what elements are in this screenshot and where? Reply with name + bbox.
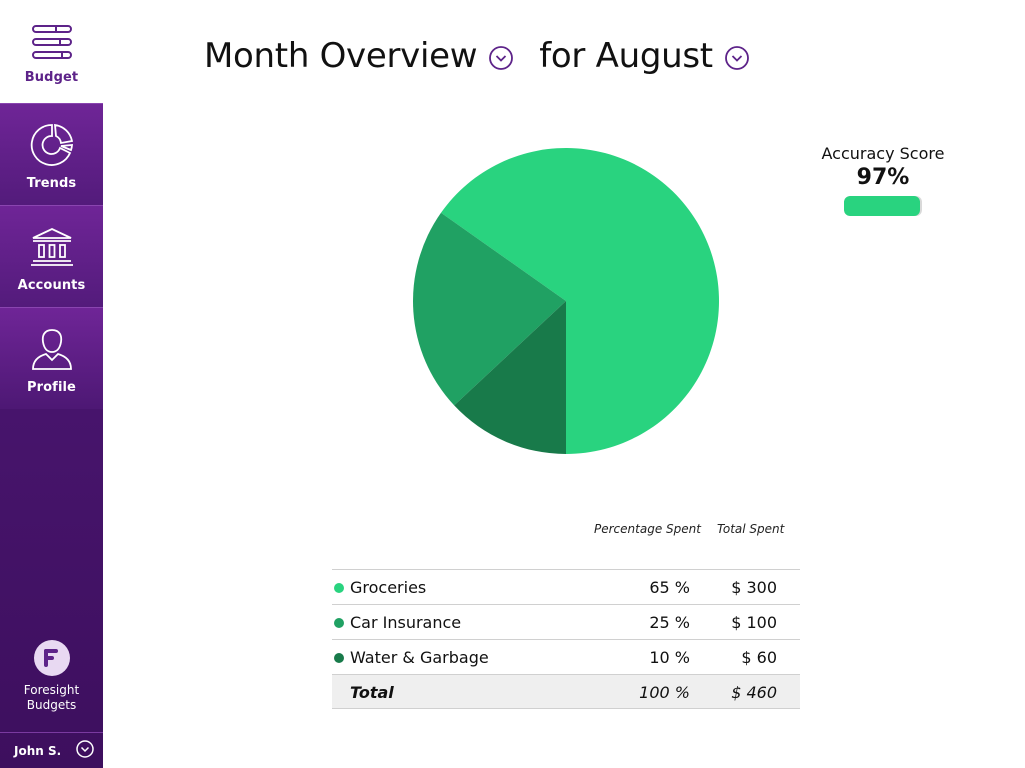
user-icon xyxy=(28,324,76,374)
sidebar-item-budget[interactable]: Budget xyxy=(0,0,103,103)
sliders-icon xyxy=(28,20,76,64)
user-name: John S. xyxy=(14,743,62,758)
view-selector-label: Month Overview xyxy=(204,36,478,76)
category-amount: $ 300 xyxy=(731,578,777,597)
category-percentage: 10 % xyxy=(649,648,690,667)
table-total-row: Total 100 % $ 460 xyxy=(332,674,800,709)
category-name: Car Insurance xyxy=(350,613,462,632)
accuracy-score: Accuracy Score 97% xyxy=(820,144,946,216)
sidebar-item-label: Profile xyxy=(27,380,76,395)
table-row[interactable]: Car Insurance 25 % $ 100 xyxy=(332,604,800,639)
foresight-logo-icon xyxy=(33,640,70,676)
category-name: Water & Garbage xyxy=(350,648,489,667)
period-selector-label: for August xyxy=(539,36,713,76)
donut-chart-icon xyxy=(28,120,76,170)
table-row[interactable]: Water & Garbage 10 % $ 60 xyxy=(332,639,800,674)
sidebar-item-label: Accounts xyxy=(17,278,86,293)
sidebar-item-profile[interactable]: Profile xyxy=(0,307,103,409)
sidebar: Budget Trends Accounts Profile Foresight… xyxy=(0,0,103,768)
category-amount: $ 60 xyxy=(741,648,777,667)
brand: Foresight Budgets xyxy=(0,640,103,713)
bank-icon xyxy=(28,222,76,272)
category-color-dot xyxy=(334,583,344,593)
category-percentage: 65 % xyxy=(649,578,690,597)
accuracy-bar-fill xyxy=(844,196,920,216)
sidebar-item-label: Budget xyxy=(24,70,79,85)
category-name: Groceries xyxy=(350,578,427,597)
category-percentage: 25 % xyxy=(649,613,690,632)
total-amount: $ 460 xyxy=(731,683,777,702)
sidebar-item-label: Trends xyxy=(26,176,77,191)
chevron-down-icon[interactable] xyxy=(489,46,514,70)
table-row[interactable]: Groceries 65 % $ 300 xyxy=(332,569,800,604)
category-color-dot xyxy=(334,618,344,628)
column-header-total: Total Spent xyxy=(717,522,785,536)
accuracy-label: Accuracy Score xyxy=(821,144,945,163)
category-amount: $ 100 xyxy=(731,613,777,632)
sidebar-item-trends[interactable]: Trends xyxy=(0,103,103,205)
brand-name: Foresight Budgets xyxy=(23,683,80,712)
table-header: Percentage Spent Total Spent xyxy=(332,522,800,540)
accuracy-bar xyxy=(844,196,922,216)
user-menu[interactable]: John S. xyxy=(0,732,103,768)
total-percentage: 100 % xyxy=(639,683,690,702)
chevron-down-icon[interactable] xyxy=(724,46,749,70)
chevron-down-icon[interactable] xyxy=(76,739,94,762)
category-color-dot xyxy=(334,653,344,663)
accuracy-value: 97% xyxy=(856,165,910,190)
spending-table: Groceries 65 % $ 300 Car Insurance 25 % … xyxy=(332,569,800,709)
sidebar-item-accounts[interactable]: Accounts xyxy=(0,205,103,307)
spending-pie-chart xyxy=(410,145,722,457)
total-label: Total xyxy=(350,683,394,702)
column-header-percentage: Percentage Spent xyxy=(594,522,701,536)
page-header: Month Overview for August xyxy=(204,36,749,76)
